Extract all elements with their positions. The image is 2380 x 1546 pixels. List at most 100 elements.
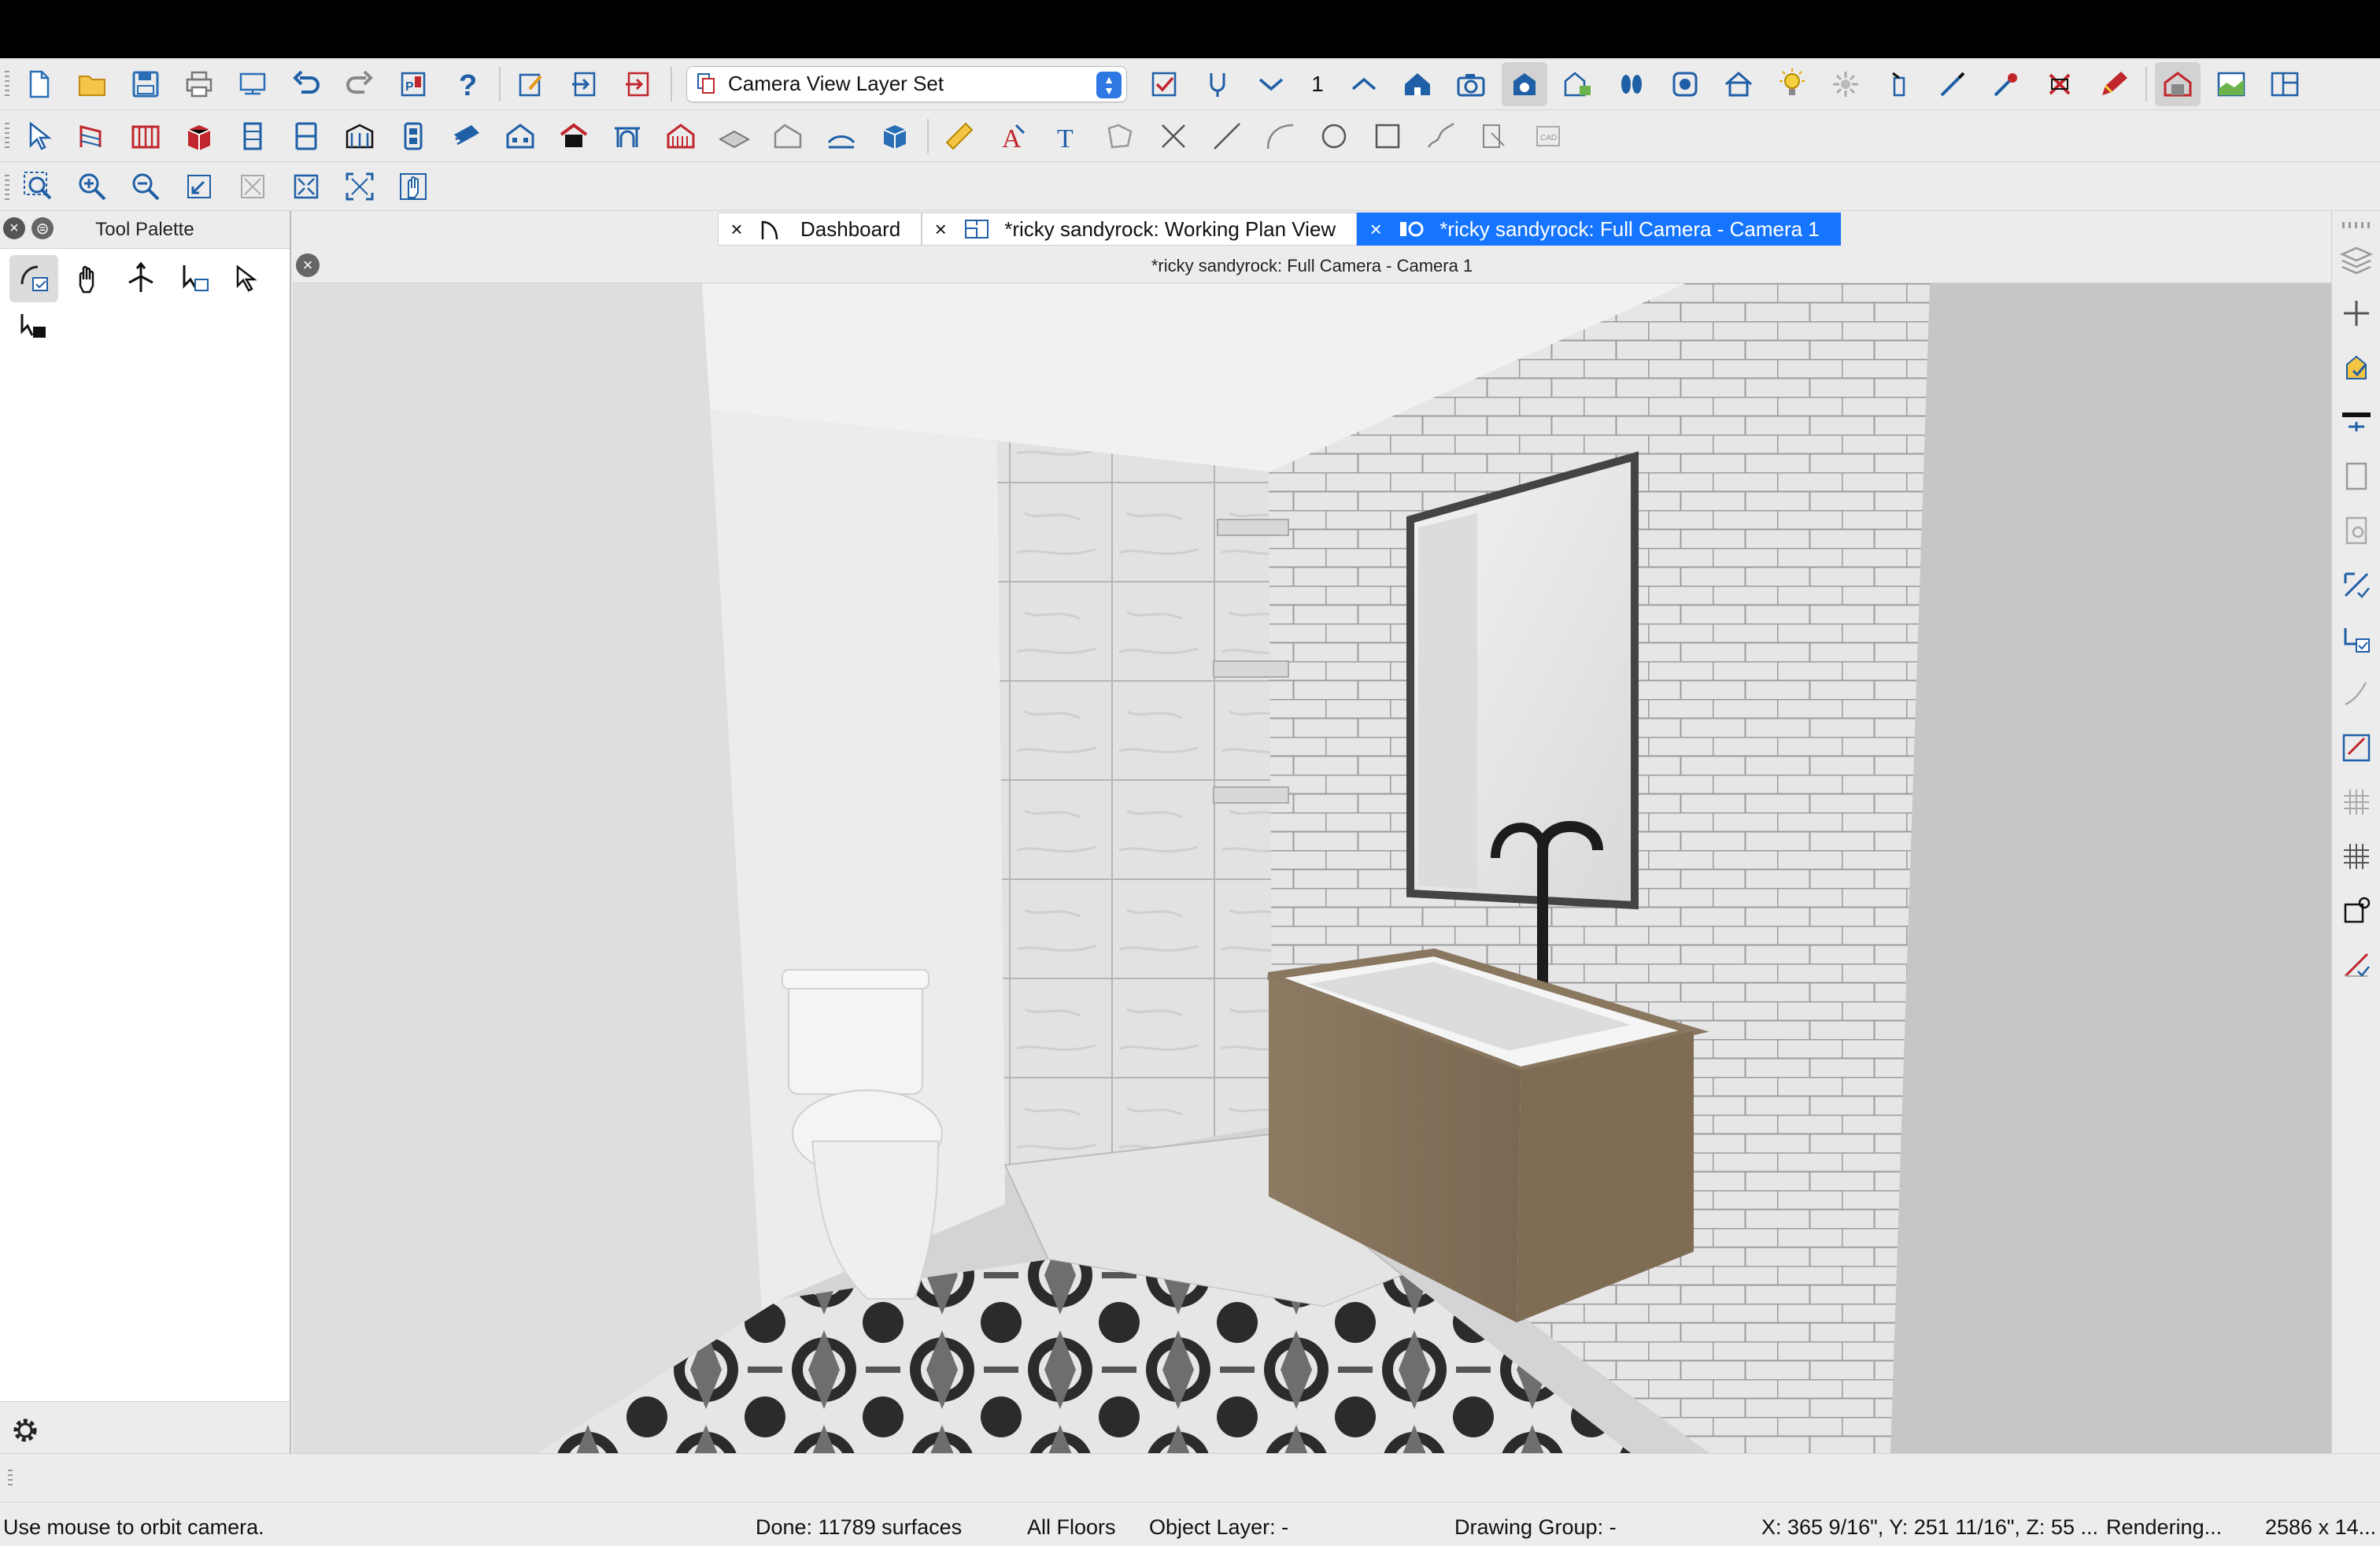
checklist-button[interactable] bbox=[1141, 62, 1187, 106]
plumbing-button[interactable] bbox=[1195, 62, 1240, 106]
pan-button[interactable] bbox=[390, 165, 436, 209]
full-camera-button[interactable] bbox=[1502, 61, 1547, 106]
furniture-button[interactable] bbox=[390, 114, 436, 158]
edit-check-button[interactable] bbox=[508, 62, 554, 106]
close-icon[interactable]: × bbox=[1364, 217, 1388, 242]
walkthrough-button[interactable] bbox=[1609, 62, 1654, 106]
pdf-export-button[interactable]: P bbox=[390, 62, 436, 106]
house-view-button[interactable] bbox=[1395, 62, 1440, 106]
text-button[interactable]: T bbox=[1044, 114, 1089, 158]
polyline-button[interactable] bbox=[1097, 114, 1143, 158]
curve-wall-button[interactable] bbox=[819, 114, 864, 158]
floor-down-button[interactable] bbox=[1248, 62, 1294, 106]
dimension-button[interactable] bbox=[937, 114, 982, 158]
print-preview-button[interactable] bbox=[230, 62, 275, 106]
dimension-snap-button[interactable] bbox=[2332, 560, 2380, 609]
cad-button[interactable]: CAD bbox=[1525, 114, 1571, 158]
building-button[interactable] bbox=[1716, 62, 1761, 106]
layout-page-button[interactable] bbox=[615, 62, 661, 106]
layer-set-select[interactable]: Camera View Layer Set ▲ ▼ bbox=[686, 65, 1127, 102]
tab-working-plan-view[interactable]: × *ricky sandyrock: Working Plan View bbox=[922, 213, 1358, 246]
sun-button[interactable] bbox=[1823, 62, 1868, 106]
tab-dashboard[interactable]: × Dashboard bbox=[718, 213, 922, 246]
spline-button[interactable] bbox=[1418, 114, 1464, 158]
fill-window-button[interactable] bbox=[230, 165, 275, 209]
add-button[interactable] bbox=[2332, 289, 2380, 338]
light-button[interactable] bbox=[1769, 62, 1815, 106]
wall-tool-button[interactable] bbox=[69, 114, 115, 158]
zoom-out-button[interactable] bbox=[123, 165, 168, 209]
grid-button[interactable] bbox=[2332, 778, 2380, 827]
camera-view-button[interactable] bbox=[2155, 61, 2201, 106]
pencil-button[interactable] bbox=[2090, 62, 2136, 106]
orbit-camera-tool[interactable] bbox=[9, 255, 58, 302]
color-button[interactable] bbox=[2332, 941, 2380, 989]
pan-hand-tool[interactable] bbox=[63, 255, 112, 302]
redo-button[interactable] bbox=[337, 62, 382, 106]
select-object-tool[interactable] bbox=[224, 255, 272, 302]
search-page-button[interactable] bbox=[2332, 506, 2380, 555]
angle-snap-button[interactable] bbox=[2332, 669, 2380, 718]
paint-button[interactable] bbox=[1983, 62, 2029, 106]
close-icon[interactable]: × bbox=[929, 217, 952, 242]
undo-button[interactable] bbox=[283, 62, 329, 106]
save-button[interactable] bbox=[123, 62, 168, 106]
open-button[interactable] bbox=[69, 62, 115, 106]
terrain-button[interactable] bbox=[765, 114, 811, 158]
text-arrow-button[interactable]: A bbox=[990, 114, 1036, 158]
close-icon[interactable]: × bbox=[725, 217, 748, 242]
floor-up-button[interactable] bbox=[1341, 62, 1387, 106]
building-tool-button[interactable] bbox=[497, 114, 543, 158]
page-button[interactable] bbox=[2332, 452, 2380, 501]
arc-button[interactable] bbox=[1258, 114, 1303, 158]
rotate-camera-tool[interactable] bbox=[170, 255, 219, 302]
plan-view-button[interactable] bbox=[2208, 62, 2254, 106]
arch-button[interactable] bbox=[604, 114, 650, 158]
wand-button[interactable] bbox=[1930, 62, 1975, 106]
bathroom-render[interactable] bbox=[293, 283, 2331, 1453]
reference-grid-button[interactable] bbox=[2332, 832, 2380, 881]
zoom-in-button[interactable] bbox=[69, 165, 115, 209]
object-snap-button[interactable] bbox=[2332, 615, 2380, 664]
stairs-button[interactable] bbox=[337, 114, 382, 158]
select-button[interactable] bbox=[16, 114, 61, 158]
render-button[interactable] bbox=[1662, 62, 1708, 106]
cross-button[interactable] bbox=[1151, 114, 1196, 158]
grid-snap-button[interactable] bbox=[2332, 723, 2380, 772]
elevation-button[interactable] bbox=[1555, 62, 1601, 106]
cabinet-button[interactable] bbox=[176, 114, 222, 158]
layer-set-stepper[interactable]: ▲ ▼ bbox=[1096, 71, 1122, 98]
tab-full-camera[interactable]: × *ricky sandyrock: Full Camera - Camera… bbox=[1357, 213, 1841, 246]
delete-button[interactable] bbox=[2037, 62, 2082, 106]
fence-button[interactable] bbox=[658, 114, 704, 158]
toolbar-grip[interactable] bbox=[5, 175, 9, 202]
home-button[interactable] bbox=[551, 114, 597, 158]
wall-layer-button[interactable] bbox=[2332, 398, 2380, 446]
fit-button[interactable] bbox=[337, 165, 382, 209]
camera-viewport[interactable] bbox=[293, 283, 2331, 1453]
print-button[interactable] bbox=[176, 62, 222, 106]
door-button[interactable] bbox=[230, 114, 275, 158]
mirror[interactable] bbox=[1406, 451, 1639, 910]
new-file-button[interactable] bbox=[16, 62, 61, 106]
toolbar-grip[interactable] bbox=[5, 71, 9, 98]
toolbar-grip[interactable] bbox=[2342, 222, 2371, 228]
resize-grip[interactable] bbox=[8, 1470, 13, 1489]
railing-button[interactable] bbox=[123, 114, 168, 158]
send-to-layout-button[interactable] bbox=[562, 62, 608, 106]
window-button[interactable] bbox=[283, 114, 329, 158]
move-camera-tool[interactable] bbox=[116, 255, 165, 302]
undo-zoom-button[interactable] bbox=[176, 165, 222, 209]
circle-button[interactable] bbox=[1311, 114, 1357, 158]
floor-plane-button[interactable] bbox=[711, 114, 757, 158]
gear-icon[interactable] bbox=[8, 1413, 42, 1448]
help-button[interactable]: ? bbox=[444, 62, 490, 106]
rectangle-button[interactable] bbox=[1365, 114, 1410, 158]
roof-button[interactable] bbox=[444, 114, 490, 158]
tool-button[interactable] bbox=[1876, 62, 1922, 106]
layout-view-button[interactable] bbox=[2262, 62, 2308, 106]
cube-button[interactable] bbox=[872, 114, 918, 158]
toolbar-grip[interactable] bbox=[5, 123, 9, 150]
camera-button[interactable] bbox=[1448, 62, 1494, 106]
line-button[interactable] bbox=[1204, 114, 1250, 158]
